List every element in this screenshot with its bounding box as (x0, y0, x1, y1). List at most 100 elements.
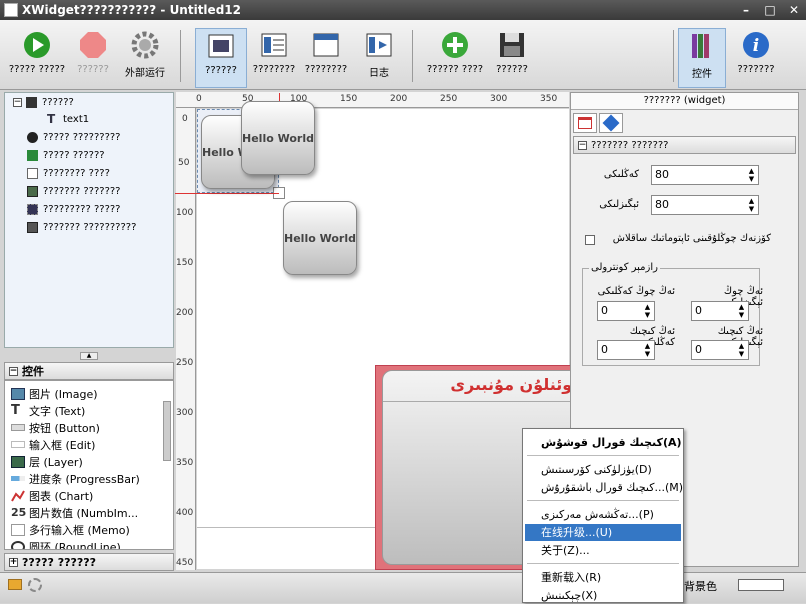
round-icon (11, 540, 25, 549)
window-title: XWidget??????????? - Untitled12 (22, 3, 241, 17)
gear-icon (130, 30, 160, 60)
external-run-button[interactable]: 外部运行 (118, 28, 172, 88)
run-button[interactable]: ????? ????? (6, 28, 68, 88)
list-item[interactable]: 图片 (Image) (11, 385, 98, 402)
log-icon (364, 30, 394, 60)
height-input[interactable]: 80 ▲ ▼ (651, 195, 759, 215)
background-color-label: 背景色 (684, 580, 717, 593)
tree-node[interactable]: T text1 (47, 111, 89, 127)
text-icon: T (11, 402, 20, 418)
list-item[interactable]: T 文字 (Text) (11, 402, 85, 419)
frame-node-icon (27, 185, 38, 197)
list-view-button[interactable]: ???????? (250, 28, 298, 88)
save-icon (497, 30, 527, 60)
list-item[interactable]: 进度条 (ProgressBar) (11, 470, 140, 487)
fit-node-icon (27, 203, 38, 215)
spin-arrows[interactable]: ▲ ▼ (746, 167, 757, 183)
list-item[interactable]: 25 图片数值 (NumbIm... (11, 504, 138, 521)
box-node-icon (27, 221, 38, 233)
menu-item-reload[interactable]: 重新载入(R) (525, 569, 681, 586)
window-view-button[interactable]: ???????? (302, 28, 350, 88)
search-node-icon (27, 149, 38, 161)
spin-arrows[interactable]: ▲ ▼ (746, 197, 757, 213)
widget-view-button[interactable]: ?????? (195, 28, 247, 88)
size-control-group: رازمېر كونترولى ئەڭ چوڭ كەڭلىكى ئەڭ چوڭ … (582, 262, 763, 366)
collapse-icon[interactable]: − (578, 140, 587, 150)
hello-world-widget[interactable]: Hello World (241, 101, 315, 175)
menu-separator (527, 563, 679, 564)
min-height-input[interactable]: 0 ▲ ▼ (691, 340, 749, 360)
maximize-button[interactable]: □ (758, 3, 782, 17)
status-bar: 背景色 (0, 572, 806, 603)
add-icon (440, 30, 470, 60)
add-button[interactable]: ?????? ???? (424, 28, 486, 88)
list-item[interactable]: 多行输入框 (Memo) (11, 521, 130, 538)
menu-separator (527, 500, 679, 501)
widgets-panel-button[interactable]: 控件 (678, 28, 726, 88)
save-button[interactable]: ?????? (490, 28, 534, 88)
list-item[interactable]: 层 (Layer) (11, 453, 83, 470)
background-color-swatch[interactable] (738, 579, 784, 591)
menu-item-exit[interactable]: چېكىنىش(X) (525, 587, 681, 604)
tree-node[interactable]: ??????? ??????? (27, 183, 121, 199)
max-height-input[interactable]: 0 ▲ ▼ (691, 301, 749, 321)
svg-text:i: i (753, 36, 759, 56)
tree-node[interactable]: ??????? ?????????? (27, 219, 136, 235)
collapse-icon[interactable]: − (9, 366, 18, 376)
position-guide (175, 193, 279, 194)
menu-item-online-upgrade[interactable]: 在线升级...(U) (525, 524, 681, 541)
list-item[interactable]: 圆环 (RoundLine) (11, 538, 121, 549)
panel-footer[interactable]: + ????? ?????? (4, 553, 174, 571)
folder-icon[interactable] (8, 579, 22, 590)
close-button[interactable]: ✕ (782, 3, 806, 17)
list-item[interactable]: 图表 (Chart) (11, 487, 93, 504)
scrollbar[interactable] (163, 401, 171, 461)
ruler-top: 0 50 100 150 200 250 300 350 (176, 92, 569, 108)
tab-properties[interactable] (573, 113, 597, 133)
calendar-icon (578, 117, 592, 129)
max-width-input[interactable]: 0 ▲ ▼ (597, 301, 655, 321)
expand-icon[interactable]: + (9, 557, 18, 567)
toolbar-separator (180, 30, 181, 82)
menu-item-about[interactable]: 关于(Z)... (525, 542, 681, 559)
list-item[interactable]: 输入框 (Edit) (11, 436, 95, 453)
width-input[interactable]: 80 ▲ ▼ (651, 165, 759, 185)
title-bar: XWidget??????????? - Untitled12 – □ ✕ (0, 0, 806, 20)
tree-node[interactable]: ????? ?????? (27, 147, 105, 163)
hello-world-widget[interactable]: Hello World (283, 201, 357, 275)
tree-node[interactable]: − ?????? (9, 94, 74, 110)
toolbar-separator (673, 30, 674, 82)
number-image-icon: 25 (11, 505, 27, 519)
property-section-header[interactable]: − ??????? ??????? (573, 136, 796, 154)
collapse-icon[interactable]: − (13, 97, 22, 107)
about-button[interactable]: i ??????? (730, 28, 782, 88)
menu-item-settings[interactable]: تەڭشەش مەركىزى...(P) (525, 506, 681, 523)
tree-node[interactable]: ????????? ????? (27, 201, 121, 217)
autosize-checkbox[interactable] (585, 235, 595, 245)
stop-button[interactable]: ?????? (70, 28, 116, 88)
settings-icon[interactable] (28, 578, 42, 592)
widgets-panel-header[interactable]: − 控件 (4, 362, 174, 380)
progress-icon (11, 476, 25, 481)
books-icon (687, 31, 717, 61)
minimize-button[interactable]: – (734, 3, 758, 17)
tree-node[interactable]: ????? ????????? (27, 129, 121, 145)
tree-node[interactable]: ???????? ???? (27, 165, 110, 181)
splitter-handle[interactable]: ▲ (80, 352, 98, 360)
min-width-input[interactable]: 0 ▲ ▼ (597, 340, 655, 360)
list-item[interactable]: 按钮 (Button) (11, 419, 100, 436)
log-button[interactable]: 日志 (356, 28, 402, 88)
menu-item-manage-widgets[interactable]: كىچىك قورال باشقۇرۇش...(M) (525, 479, 683, 496)
spin-arrows[interactable]: ▲ ▼ (642, 342, 653, 358)
menu-item-add-widget[interactable]: كىچىك قورال قوشۇش(A) (525, 434, 682, 451)
spin-arrows[interactable]: ▲ ▼ (736, 303, 747, 319)
info-icon: i (741, 30, 771, 60)
cube-icon (602, 114, 620, 132)
height-label: ئېگىزلىكى (599, 199, 639, 210)
spin-arrows[interactable]: ▲ ▼ (736, 342, 747, 358)
spin-arrows[interactable]: ▲ ▼ (642, 303, 653, 319)
width-label: كەڭلىكى (603, 169, 639, 180)
tab-events[interactable] (599, 113, 623, 133)
list-view-icon (259, 30, 289, 60)
menu-item-show-desktop[interactable]: يۈزلۈكنى كۆرسىتىش(D) (525, 461, 681, 478)
